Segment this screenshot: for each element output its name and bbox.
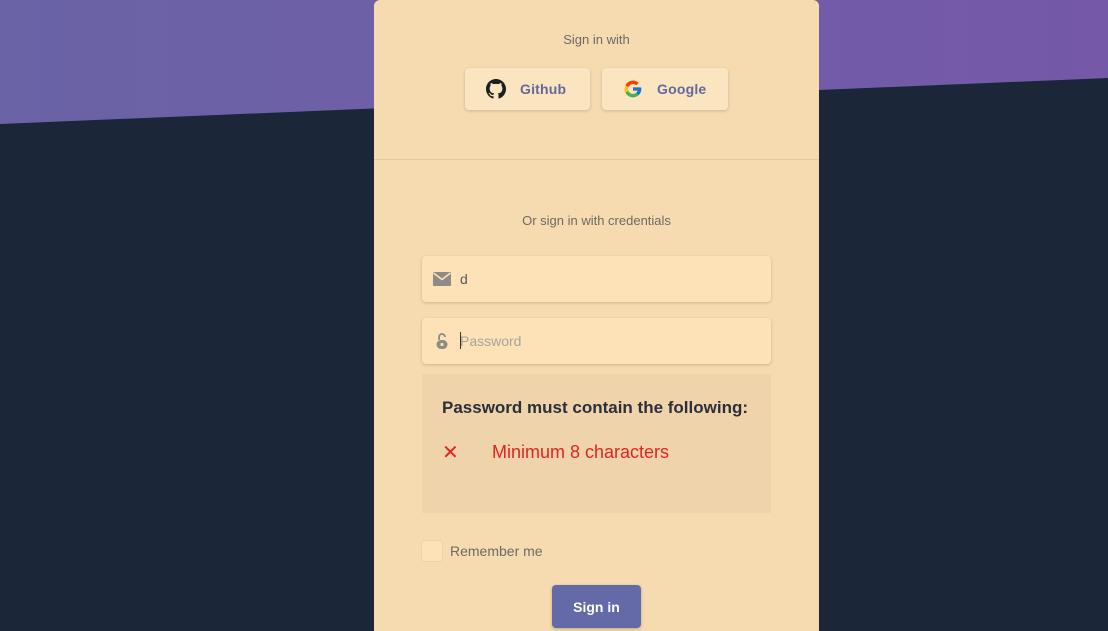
- fail-x-icon: ✕: [442, 441, 459, 464]
- remember-me-checkbox[interactable]: [422, 541, 442, 561]
- text-caret: [460, 332, 461, 349]
- requirement-text: Minimum 8 characters: [492, 442, 670, 462]
- github-button-label: Github: [520, 81, 567, 97]
- google-button-label: Google: [657, 81, 707, 97]
- email-input[interactable]: [460, 271, 750, 287]
- remember-me[interactable]: Remember me: [422, 541, 543, 561]
- sign-in-button[interactable]: Sign in: [552, 585, 641, 628]
- password-field[interactable]: [422, 318, 771, 364]
- unlock-icon: [433, 332, 451, 350]
- email-field[interactable]: [422, 256, 771, 302]
- google-icon: [624, 80, 642, 98]
- github-button[interactable]: Github: [465, 68, 590, 110]
- credentials-heading: Or sign in with credentials: [522, 213, 671, 228]
- requirements-title: Password must contain the following:: [442, 398, 749, 417]
- google-button[interactable]: Google: [602, 68, 728, 110]
- password-input[interactable]: [460, 333, 750, 349]
- remember-me-label: Remember me: [450, 543, 543, 559]
- social-signin-heading: Sign in with: [563, 32, 630, 47]
- password-requirements-panel: Password must contain the following: ✕ M…: [422, 374, 771, 513]
- page: Sign in with Github Google Or sign in wi…: [0, 0, 1108, 631]
- envelope-icon: [433, 270, 451, 288]
- github-icon: [486, 79, 506, 99]
- login-card: Sign in with Github Google Or sign in wi…: [374, 0, 819, 631]
- section-divider: [374, 159, 819, 160]
- requirement-item: ✕ Minimum 8 characters: [442, 442, 669, 463]
